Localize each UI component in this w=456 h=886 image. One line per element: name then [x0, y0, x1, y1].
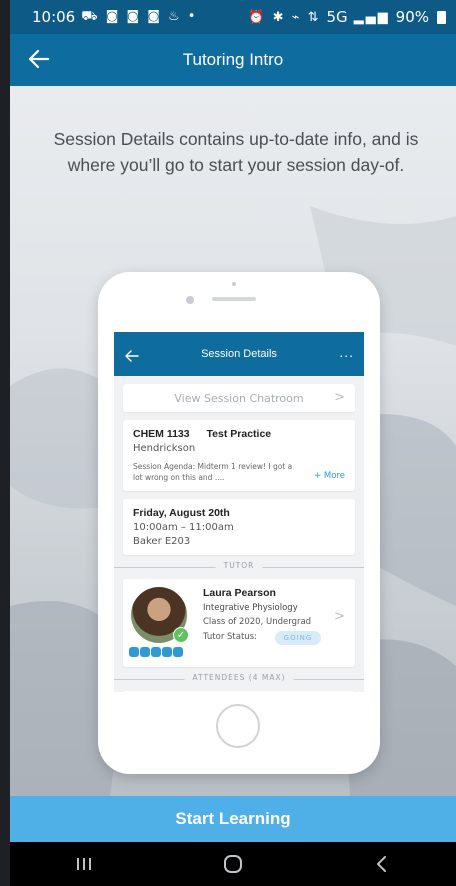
- mockup-chatroom-card: View Session Chatroom >: [123, 384, 355, 412]
- left-frame-edge: [0, 0, 10, 886]
- mockup-course-line: CHEM 1133 Test Practice: [133, 428, 345, 440]
- home-button[interactable]: [213, 849, 253, 879]
- mockup-location: Baker E203: [133, 536, 191, 547]
- recent-apps-button[interactable]: [64, 849, 104, 879]
- phone-camera: [186, 296, 194, 304]
- mockup-more-icon: ...: [339, 344, 354, 360]
- mockup-professor: Hendrickson: [133, 443, 196, 454]
- phone-mockup: Session Details ... View Session Chatroo…: [98, 272, 380, 774]
- mockup-more-link: + More: [314, 471, 345, 481]
- phone-screen: Session Details ... View Session Chatroo…: [114, 332, 364, 692]
- mockup-date: Friday, August 20th: [133, 507, 230, 519]
- mockup-tutor-divider: TUTOR: [114, 555, 364, 579]
- mockup-schedule-card: Friday, August 20th 10:00am – 11:00am Ba…: [123, 499, 355, 555]
- app-bar: Tutoring Intro: [10, 34, 456, 86]
- mockup-course-card: CHEM 1133 Test Practice Hendrickson Sess…: [123, 420, 355, 491]
- intro-content: Session Details contains up-to-date info…: [10, 86, 456, 796]
- back-nav-button[interactable]: [362, 849, 402, 879]
- mockup-time: 10:00am – 11:00am: [133, 522, 234, 533]
- status-bar: 10:06 ⛟ ◙ ◙ ◙ ♨ • ⏰ ✱ ⌁ ⇅ 5G ▂▄▆ 90%: [10, 0, 456, 34]
- system-status-icons: ⏰ ✱ ⌁ ⇅: [248, 9, 321, 25]
- mockup-header-title: Session Details: [201, 348, 277, 360]
- status-left: 10:06 ⛟ ◙ ◙ ◙ ♨ •: [32, 8, 197, 26]
- mockup-back-arrow-icon: [125, 350, 139, 362]
- phone-mic-dot: [232, 282, 236, 286]
- star-icon: [129, 647, 139, 657]
- start-learning-button[interactable]: Start Learning: [10, 796, 456, 842]
- status-right: ⏰ ✱ ⌁ ⇅ 5G ▂▄▆ 90%: [248, 8, 446, 26]
- star-icon: [162, 647, 172, 657]
- chevron-right-icon: >: [334, 609, 345, 624]
- mockup-header: Session Details ...: [114, 332, 364, 376]
- signal-icon: ▂▄▆: [353, 9, 390, 25]
- mockup-agenda: Session Agenda: Midterm 1 review! I got …: [133, 462, 293, 482]
- home-icon: [223, 855, 242, 873]
- mockup-course-type: Test Practice: [206, 428, 272, 440]
- phone-home-button: [216, 704, 260, 748]
- star-icon: [151, 647, 161, 657]
- mockup-tutor-card: ✓ Laura Pearson Integrative Physiology C…: [123, 579, 355, 667]
- mockup-status-badge: GOING: [275, 631, 321, 645]
- mockup-attendees-label: ATTENDEES (4 MAX): [184, 673, 294, 682]
- checkmark-icon: ✓: [173, 627, 189, 643]
- mockup-tutor-section-label: TUTOR: [215, 561, 263, 570]
- star-icon: [140, 647, 150, 657]
- mockup-chatroom-label: View Session Chatroom: [174, 391, 304, 405]
- mockup-attendee-card: [123, 691, 355, 692]
- chevron-right-icon: >: [334, 390, 345, 405]
- system-nav-bar: [10, 842, 456, 886]
- mockup-tutor-major: Integrative Physiology: [203, 603, 298, 613]
- tutor-rating-stars: [129, 647, 183, 657]
- mockup-attendees-divider: ATTENDEES (4 MAX): [114, 667, 364, 691]
- mockup-course-code: CHEM 1133: [133, 428, 190, 440]
- mockup-tutor-status-label: Tutor Status:: [203, 632, 257, 642]
- battery-icon: [437, 10, 446, 24]
- phone-speaker: [212, 297, 256, 301]
- network-label: 5G: [326, 8, 348, 26]
- mockup-tutor-name: Laura Pearson: [203, 587, 276, 599]
- back-arrow-icon[interactable]: [26, 46, 52, 72]
- page-title: Tutoring Intro: [182, 50, 284, 69]
- intro-text: Session Details contains up-to-date info…: [53, 129, 419, 175]
- notification-icons: ⛟ ◙ ◙ ◙ ♨ •: [81, 8, 198, 24]
- star-icon: [173, 647, 183, 657]
- recent-apps-icon: [77, 858, 92, 870]
- back-chevron-icon: [376, 856, 386, 872]
- status-time: 10:06: [32, 8, 76, 26]
- battery-percent: 90%: [395, 8, 429, 26]
- mockup-tutor-class: Class of 2020, Undergrad: [203, 617, 312, 627]
